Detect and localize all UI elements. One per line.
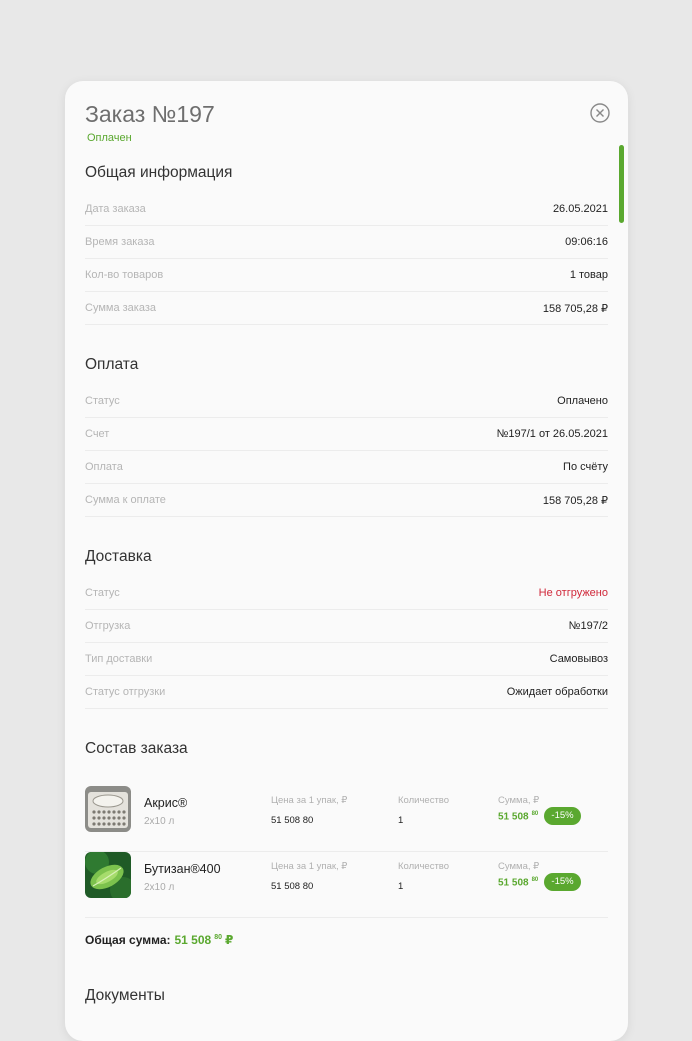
list-item[interactable]: Бутизан®400 2x10 л Цена за 1 упак, ₽ 51 … bbox=[85, 852, 608, 918]
qty-value: 1 bbox=[398, 881, 404, 892]
sum-cents: 80 bbox=[531, 811, 539, 817]
payment-row-status: Статус Оплачено bbox=[85, 385, 608, 418]
qty-value: 1 bbox=[398, 815, 404, 826]
row-value: 1 товар bbox=[569, 269, 608, 281]
list-item[interactable]: Акрис® 2x10 л Цена за 1 упак, ₽ 51 508 8… bbox=[85, 786, 608, 852]
row-label: Статус bbox=[85, 395, 120, 407]
row-label: Сумма к оплате bbox=[85, 494, 166, 506]
scrollbar[interactable] bbox=[619, 145, 624, 1025]
price-value: 51 508 80 bbox=[271, 815, 314, 826]
row-value: Оплачено bbox=[557, 395, 608, 407]
row-label: Статус bbox=[85, 587, 120, 599]
close-icon[interactable] bbox=[590, 103, 610, 123]
product-pack: 2x10 л bbox=[144, 816, 175, 827]
sum-main: 51 508 bbox=[498, 811, 529, 823]
row-value: Не отгружено bbox=[538, 587, 608, 599]
row-label: Статус отгрузки bbox=[85, 686, 166, 698]
discount-badge: -15% bbox=[544, 873, 581, 891]
sum-main: 51 508 bbox=[498, 877, 529, 889]
row-value: Самовывоз bbox=[549, 653, 608, 665]
product-pack: 2x10 л bbox=[144, 882, 175, 893]
row-label: Отгрузка bbox=[85, 620, 131, 632]
delivery-row-shipment: Отгрузка №197/2 bbox=[85, 610, 608, 643]
sum-value: 51 508 80 bbox=[498, 877, 538, 888]
payment-row-invoice: Счет №197/1 от 26.05.2021 bbox=[85, 418, 608, 451]
product-name[interactable]: Акрис® bbox=[144, 796, 187, 810]
sum-header: Сумма, ₽ bbox=[498, 795, 540, 806]
row-value: №197/2 bbox=[568, 620, 608, 632]
order-total: Общая сумма: 51 508 80 ₽ bbox=[85, 933, 233, 947]
row-value: 09:06:16 bbox=[565, 236, 608, 248]
row-label: Сумма заказа bbox=[85, 302, 156, 314]
qty-header: Количество bbox=[398, 861, 450, 872]
row-value: 26.05.2021 bbox=[552, 203, 608, 215]
total-label: Общая сумма: bbox=[85, 933, 171, 947]
order-modal: Заказ №197 Оплачен Общая информация Дата… bbox=[65, 81, 628, 1041]
product-image[interactable] bbox=[85, 786, 131, 832]
scrollbar-thumb[interactable] bbox=[619, 145, 624, 223]
info-row-order-time: Время заказа 09:06:16 bbox=[85, 226, 608, 259]
row-value: №197/1 от 26.05.2021 bbox=[496, 428, 608, 440]
delivery-row-status: Статус Не отгружено bbox=[85, 577, 608, 610]
discount-badge: -15% bbox=[544, 807, 581, 825]
payment-row-method: Оплата По счёту bbox=[85, 451, 608, 484]
order-status-badge: Оплачен bbox=[87, 132, 132, 144]
qty-header: Количество bbox=[398, 795, 450, 806]
row-label: Дата заказа bbox=[85, 203, 146, 215]
payment-row-amount: Сумма к оплате 158 705,28 ₽ bbox=[85, 484, 608, 517]
close-button[interactable] bbox=[590, 103, 610, 123]
section-title-general: Общая информация bbox=[85, 164, 233, 181]
info-row-order-date: Дата заказа 26.05.2021 bbox=[85, 193, 608, 226]
product-name[interactable]: Бутизан®400 bbox=[144, 862, 221, 876]
product-canister-icon bbox=[85, 786, 131, 832]
price-value: 51 508 80 bbox=[271, 881, 314, 892]
delivery-row-shipment-status: Статус отгрузки Ожидает обработки bbox=[85, 676, 608, 709]
sum-header: Сумма, ₽ bbox=[498, 861, 540, 872]
section-title-documents: Документы bbox=[85, 987, 165, 1004]
sum-value: 51 508 80 bbox=[498, 811, 538, 822]
price-header: Цена за 1 упак, ₽ bbox=[271, 795, 348, 806]
info-row-item-count: Кол-во товаров 1 товар bbox=[85, 259, 608, 292]
total-amount: 51 508 80 ₽ bbox=[174, 933, 233, 947]
total-cents: 80 bbox=[214, 934, 222, 941]
row-label: Тип доставки bbox=[85, 653, 153, 665]
row-value: 158 705,28 ₽ bbox=[542, 303, 608, 315]
row-label: Кол-во товаров bbox=[85, 269, 164, 281]
sum-cents: 80 bbox=[531, 877, 539, 883]
total-main: 51 508 bbox=[174, 933, 212, 947]
product-image[interactable] bbox=[85, 852, 131, 898]
section-title-delivery: Доставка bbox=[85, 548, 152, 565]
product-leaf-icon bbox=[85, 852, 131, 898]
delivery-row-type: Тип доставки Самовывоз bbox=[85, 643, 608, 676]
section-title-payment: Оплата bbox=[85, 356, 139, 373]
total-currency: ₽ bbox=[224, 933, 234, 947]
price-header: Цена за 1 упак, ₽ bbox=[271, 861, 348, 872]
info-row-order-sum: Сумма заказа 158 705,28 ₽ bbox=[85, 292, 608, 325]
row-label: Счет bbox=[85, 428, 110, 440]
section-title-composition: Состав заказа bbox=[85, 740, 188, 757]
row-label: Время заказа bbox=[85, 236, 155, 248]
page-title: Заказ №197 bbox=[85, 101, 215, 127]
row-value: 158 705,28 ₽ bbox=[542, 495, 608, 507]
row-value: Ожидает обработки bbox=[506, 686, 608, 698]
row-label: Оплата bbox=[85, 461, 123, 473]
row-value: По счёту bbox=[563, 461, 608, 473]
